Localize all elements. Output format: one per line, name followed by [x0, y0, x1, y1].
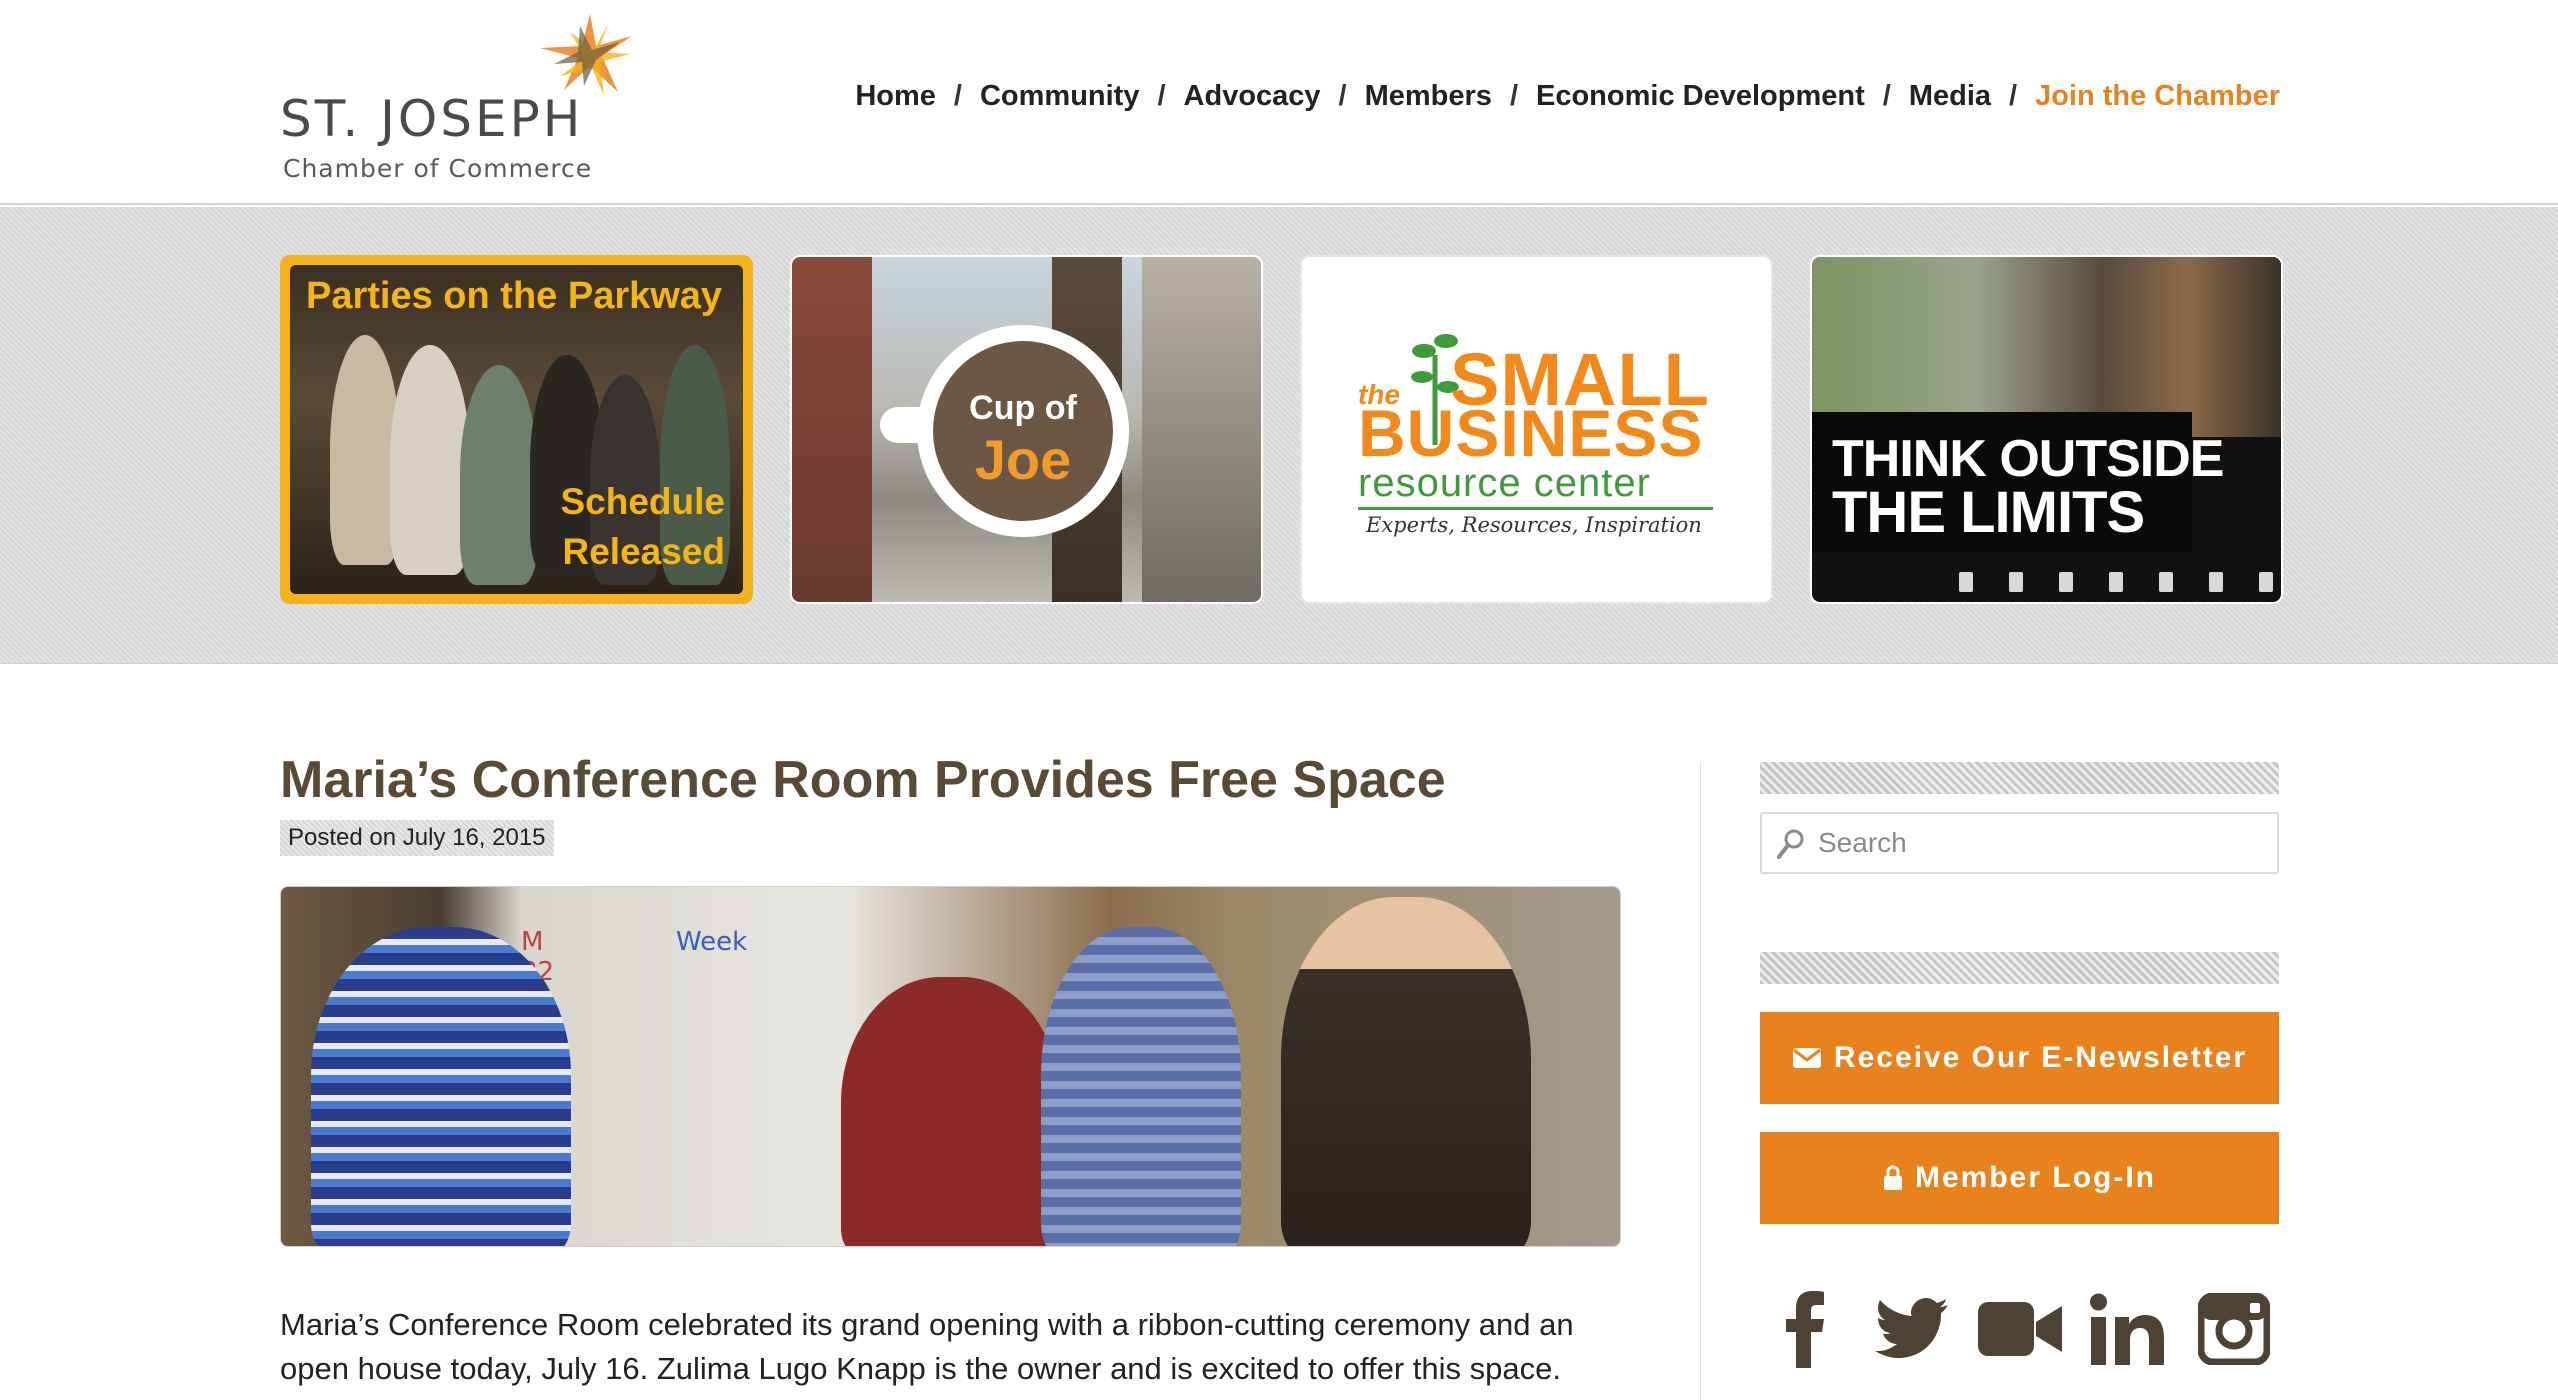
sbrc-resource-center: resource center: [1358, 461, 1651, 505]
member-login-label: Member Log-In: [1915, 1161, 2156, 1194]
promo-small-business-resource-center[interactable]: the SMALL BUSINESS resource center Exper…: [1300, 255, 1773, 604]
nav-item-join-the-chamber[interactable]: Join the Chamber: [2035, 80, 2280, 113]
nav-item-home[interactable]: Home: [855, 80, 936, 113]
nav-separator: /: [1338, 80, 1347, 112]
feature-strip: Parties on the Parkway Schedule Released…: [0, 207, 2558, 664]
promo-parties-title: Parties on the Parkway: [306, 275, 723, 317]
nav-item-members[interactable]: Members: [1365, 80, 1492, 113]
facebook-icon[interactable]: [1762, 1290, 1848, 1368]
search-icon: [1777, 829, 1804, 859]
sbrc-tagline: Experts, Resources, Inspiration: [1366, 513, 1702, 537]
post-body-text: Maria’s Conference Room celebrated its g…: [280, 1307, 1574, 1400]
promo-parties-photo: Parties on the Parkway Schedule Released: [290, 265, 743, 594]
nav-separator: /: [1882, 80, 1891, 112]
post-date: Posted on July 16, 2015: [280, 820, 554, 856]
sidebar: Receive Our E-Newsletter Member Log-In: [1760, 762, 2279, 1368]
film-strip-holes: [1959, 572, 2273, 592]
post-title[interactable]: Maria’s Conference Room Provides Free Sp…: [280, 750, 1620, 810]
photo-building: [1142, 257, 1261, 602]
sbrc-divider: [1358, 507, 1713, 510]
sbrc-business: BUSINESS: [1358, 396, 1704, 470]
photo-person: [390, 345, 470, 575]
nav-item-advocacy[interactable]: Advocacy: [1184, 80, 1321, 113]
lock-icon: [1884, 1165, 1902, 1190]
post-featured-image: M3220162211 Week: [280, 886, 1621, 1247]
member-login-button[interactable]: Member Log-In: [1760, 1132, 2279, 1224]
cup-of-joe-badge: Cup of Joe: [917, 325, 1129, 537]
nav-item-media[interactable]: Media: [1909, 80, 1991, 113]
sidebar-stripe-divider: [1760, 952, 2279, 984]
nav-separator: /: [1509, 80, 1518, 112]
site-header: ST. JOSEPH Chamber of Commerce Home / Co…: [0, 0, 2558, 205]
nav-separator: /: [2009, 80, 2018, 112]
twitter-icon[interactable]: [1869, 1290, 1955, 1368]
promo-parties-line2: Released: [562, 531, 726, 572]
whiteboard-writing: Week: [676, 927, 748, 957]
linkedin-icon[interactable]: [2084, 1290, 2170, 1368]
main-nav: Home / Community / Advocacy / Members / …: [855, 80, 2280, 113]
nav-separator: /: [1157, 80, 1166, 112]
promo-parties-line1: Schedule: [560, 481, 726, 522]
cup-line1: Cup of: [969, 389, 1077, 427]
promo-limits-line2: THE LIMITS: [1832, 480, 2145, 545]
newsletter-button[interactable]: Receive Our E-Newsletter: [1760, 1012, 2279, 1104]
photo-person: [311, 927, 571, 1246]
video-icon[interactable]: [1977, 1290, 2063, 1368]
newsletter-button-label: Receive Our E-Newsletter: [1833, 1041, 2248, 1074]
logo-subtitle: Chamber of Commerce: [283, 154, 593, 183]
promo-parties-on-the-parkway[interactable]: Parties on the Parkway Schedule Released: [280, 255, 753, 604]
promo-cup-of-joe[interactable]: Cup of Joe: [790, 255, 1263, 604]
promo-think-outside-the-limits[interactable]: THINK OUTSIDE THE LIMITS: [1810, 255, 2283, 604]
social-links: [1760, 1290, 2279, 1368]
sidebar-divider: [1700, 762, 1701, 1400]
cup-line2: Joe: [974, 428, 1072, 491]
nav-item-community[interactable]: Community: [980, 80, 1140, 113]
photo-person: [460, 365, 538, 585]
promo-parties-subtitle: Schedule Released: [561, 477, 726, 577]
logo-name: ST. JOSEPH: [280, 90, 584, 148]
search-input[interactable]: [1818, 814, 2258, 872]
photo-person: [841, 977, 1061, 1246]
search-box: [1760, 812, 2279, 874]
envelope-icon: [1792, 1048, 1821, 1068]
photo-person: [1281, 897, 1531, 1246]
promo-limits-photo: [1812, 257, 2281, 437]
photo-person: [1041, 927, 1241, 1246]
instagram-icon[interactable]: [2191, 1290, 2277, 1368]
site-logo[interactable]: ST. JOSEPH Chamber of Commerce: [280, 6, 640, 192]
nav-separator: /: [953, 80, 962, 112]
cup-badge-inner: Cup of Joe: [933, 341, 1113, 521]
nav-item-economic-development[interactable]: Economic Development: [1536, 80, 1865, 113]
photo-building: [792, 257, 872, 602]
post-content: Maria’s Conference Room Provides Free Sp…: [280, 750, 1621, 1400]
sidebar-stripe-divider: [1760, 762, 2279, 794]
